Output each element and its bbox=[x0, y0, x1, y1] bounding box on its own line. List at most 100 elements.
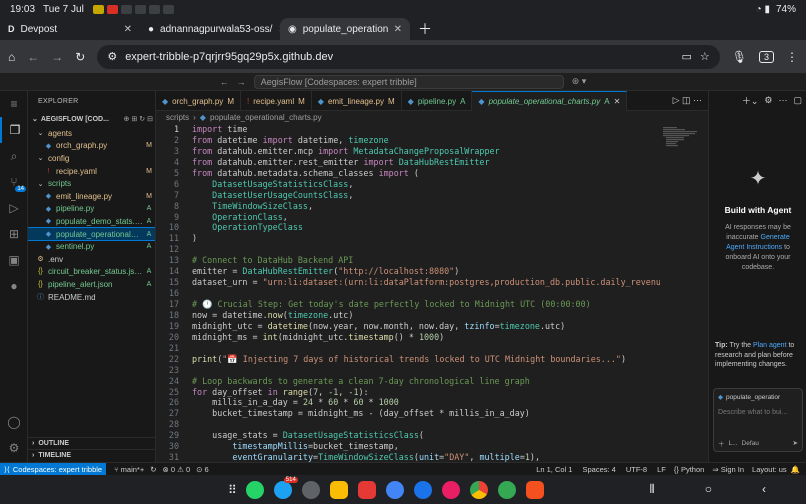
send-icon[interactable]: ➤ bbox=[793, 439, 798, 447]
sign-in[interactable]: ⇒ Sign In bbox=[712, 465, 744, 474]
problems-indicator[interactable]: ⊗ 0 ⚠ 0 bbox=[163, 465, 191, 474]
microphone-icon[interactable]: 🎙 bbox=[732, 50, 747, 64]
back-icon[interactable]: ← bbox=[220, 77, 229, 87]
maximize-icon[interactable]: ▢ bbox=[793, 95, 802, 106]
code-line[interactable]: 23 bbox=[156, 365, 660, 376]
keyboard-layout[interactable]: Layout: us bbox=[752, 465, 787, 474]
chat-app-icon[interactable] bbox=[413, 480, 432, 499]
code-line[interactable]: 17 # 🕛 Crucial Step: Get today's date per… bbox=[156, 299, 660, 310]
slides-app-icon[interactable] bbox=[525, 480, 544, 499]
file-item[interactable]: ◆ sentinel.py A bbox=[28, 240, 155, 253]
code-line[interactable]: 18 now = datetime.now(timezone.utc) bbox=[156, 310, 660, 321]
github-icon[interactable]: ● bbox=[0, 273, 28, 299]
remote-explorer-icon[interactable]: ▣ bbox=[0, 247, 28, 273]
code-line[interactable]: 7 DatasetUserUsageCountsClass, bbox=[156, 190, 660, 201]
code-line[interactable]: 22 print("📅 Injecting 7 days of historica… bbox=[156, 354, 660, 365]
back-button[interactable]: ‹ bbox=[762, 482, 766, 497]
address-bar[interactable]: ⚙ expert-tribble-p7qrjrr95gq29p5x.github… bbox=[97, 44, 720, 69]
tab-switcher-button[interactable]: 3 bbox=[758, 50, 774, 63]
bookmark-star-icon[interactable]: ☆ bbox=[700, 50, 710, 63]
menu-icon[interactable]: ≡ bbox=[0, 91, 28, 117]
file-item[interactable]: ◆ emit_lineage.py M bbox=[28, 190, 155, 203]
code-line[interactable]: 19 midnight_utc = datetime(now.year, now.… bbox=[156, 321, 660, 332]
notifications-icon[interactable]: 🔔 bbox=[791, 465, 800, 474]
more-icon[interactable]: ⋯ bbox=[778, 95, 787, 106]
install-app-icon[interactable]: ▭ bbox=[681, 50, 691, 63]
folder-item[interactable]: ⌄ scripts bbox=[28, 177, 155, 190]
remote-indicator[interactable]: ⟩⟨ Codespaces: expert tribble bbox=[0, 462, 107, 476]
code-line[interactable]: 15 dataset_urn = "urn:li:dataset:(urn:li:… bbox=[156, 277, 660, 288]
code-line[interactable]: 30 timestampMillis=bucket_timestamp, bbox=[156, 441, 660, 452]
account-icon[interactable]: ◯ bbox=[0, 409, 28, 435]
code-line[interactable]: 25 for day_offset in range(7, -1, -1): bbox=[156, 387, 660, 398]
run-debug-icon[interactable]: ▷ bbox=[0, 195, 28, 221]
extensions-icon[interactable]: ⊞ bbox=[0, 221, 28, 247]
breadcrumb-file[interactable]: populate_operational_charts.py bbox=[210, 113, 322, 122]
ports-indicator[interactable]: ⊙ 6 bbox=[196, 465, 209, 474]
code-line[interactable]: 2 from datetime import datetime, timezone bbox=[156, 135, 660, 146]
editor-tab[interactable]: ◆ emit_lineage.py M bbox=[312, 91, 402, 111]
indentation[interactable]: Spaces: 4 bbox=[582, 465, 615, 474]
minimap[interactable] bbox=[660, 124, 708, 462]
app-drawer-icon[interactable]: ⠿ bbox=[228, 483, 237, 497]
code-line[interactable]: 14 emitter = DataHubRestEmitter("http://l… bbox=[156, 266, 660, 277]
breadcrumb-folder[interactable]: scripts bbox=[166, 113, 189, 122]
chat-toolbar[interactable]: ＋⌄ ⚙ ⋯ ▢ bbox=[709, 91, 806, 109]
play-store-icon[interactable] bbox=[497, 480, 516, 499]
new-chat-icon[interactable]: ＋⌄ bbox=[742, 94, 759, 107]
code-line[interactable]: 4 from datahub.emitter.rest_emitter impor… bbox=[156, 157, 660, 168]
code-line[interactable]: 27 bucket_timestamp = midnight_ms - (day… bbox=[156, 408, 660, 419]
editor-actions[interactable]: ▷ ◫ ⋯ bbox=[667, 91, 708, 110]
forward-icon[interactable]: → bbox=[51, 50, 63, 64]
browser-tab-devpost[interactable]: D Devpost ✕ bbox=[0, 18, 140, 40]
forward-icon[interactable]: → bbox=[237, 77, 246, 87]
menu-icon[interactable]: ⋮ bbox=[786, 50, 798, 64]
context-file-chip[interactable]: ◆ populate_operatior bbox=[718, 393, 798, 402]
file-item[interactable]: ◆ populate_demo_stats.py A bbox=[28, 215, 155, 228]
folder-item[interactable]: ⌄ config bbox=[28, 152, 155, 165]
code-line[interactable]: 5 from datahub.metadata.schema_classes im… bbox=[156, 168, 660, 179]
timeline-section[interactable]: › TIMELINE bbox=[28, 449, 155, 461]
browser-tab-populate[interactable]: ◉ populate_operational_char ✕ bbox=[280, 18, 410, 40]
command-center[interactable]: AegisFlow [Codespaces: expert tribble] bbox=[253, 74, 564, 89]
plan-agent-link[interactable]: Plan agent bbox=[753, 342, 786, 349]
code-line[interactable]: 9 OperationClass, bbox=[156, 212, 660, 223]
editor-tab[interactable]: ! recipe.yaml M bbox=[241, 91, 312, 111]
reload-icon[interactable]: ↻ bbox=[75, 50, 85, 64]
camera-app-icon[interactable] bbox=[441, 480, 460, 499]
code-line[interactable]: 21 bbox=[156, 343, 660, 354]
file-item[interactable]: ! recipe.yaml M bbox=[28, 165, 155, 178]
editor-tab[interactable]: ◆ pipeline.py A bbox=[402, 91, 473, 111]
code-line[interactable]: 8 TimeWindowSizeClass, bbox=[156, 201, 660, 212]
folder-item[interactable]: ⌄ agents bbox=[28, 127, 155, 140]
project-root[interactable]: ⌄ AEGISFLOW [COD... ⊕⊞↻⊟ bbox=[28, 111, 155, 127]
home-icon[interactable]: ⌂ bbox=[8, 50, 15, 64]
mode-picker[interactable]: L... bbox=[729, 440, 738, 447]
editor-tab[interactable]: ◆ populate_operational_charts.py A ✕ bbox=[472, 91, 628, 111]
code-line[interactable]: 20 midnight_ms = int(midnight_utc.timesta… bbox=[156, 332, 660, 343]
code-line[interactable]: 13 # Connect to DataHub Backend API bbox=[156, 255, 660, 266]
new-tab-button[interactable]: ＋ bbox=[410, 18, 440, 40]
whatsapp-icon[interactable] bbox=[245, 480, 264, 499]
code-editor[interactable]: 1 import time 2 from datetime import dateti… bbox=[156, 124, 660, 462]
model-picker[interactable]: Defau bbox=[742, 440, 759, 447]
chat-input[interactable]: Describe what to bui... bbox=[718, 409, 798, 416]
files-app-icon[interactable] bbox=[329, 480, 348, 499]
cursor-position[interactable]: Ln 1, Col 1 bbox=[536, 465, 572, 474]
photos-app-icon[interactable] bbox=[385, 480, 404, 499]
messenger-icon[interactable]: 514 bbox=[273, 476, 298, 499]
copilot-icon[interactable]: ⊛ ▾ bbox=[572, 76, 587, 87]
file-item[interactable]: ◆ populate_operational_cha...A bbox=[28, 226, 155, 242]
code-line[interactable]: 29 usage_stats = DatasetUsageStatisticsC… bbox=[156, 430, 660, 441]
sync-icon[interactable]: ↻ bbox=[150, 465, 156, 474]
close-icon[interactable]: ✕ bbox=[394, 24, 402, 35]
file-item[interactable]: ◆ orch_graph.py M bbox=[28, 140, 155, 153]
file-item[interactable]: {} circuit_breaker_status.json A bbox=[28, 266, 155, 279]
source-control-icon[interactable]: ⑂ 14 bbox=[0, 169, 28, 195]
home-button[interactable]: ○ bbox=[705, 482, 712, 497]
code-line[interactable]: 12 bbox=[156, 244, 660, 255]
explorer-actions[interactable]: ⊕⊞↻⊟ bbox=[124, 115, 155, 123]
code-line[interactable]: 6 DatasetUsageStatisticsClass, bbox=[156, 179, 660, 190]
manage-gear-icon[interactable]: ⚙ bbox=[0, 435, 28, 461]
code-line[interactable]: 16 bbox=[156, 288, 660, 299]
